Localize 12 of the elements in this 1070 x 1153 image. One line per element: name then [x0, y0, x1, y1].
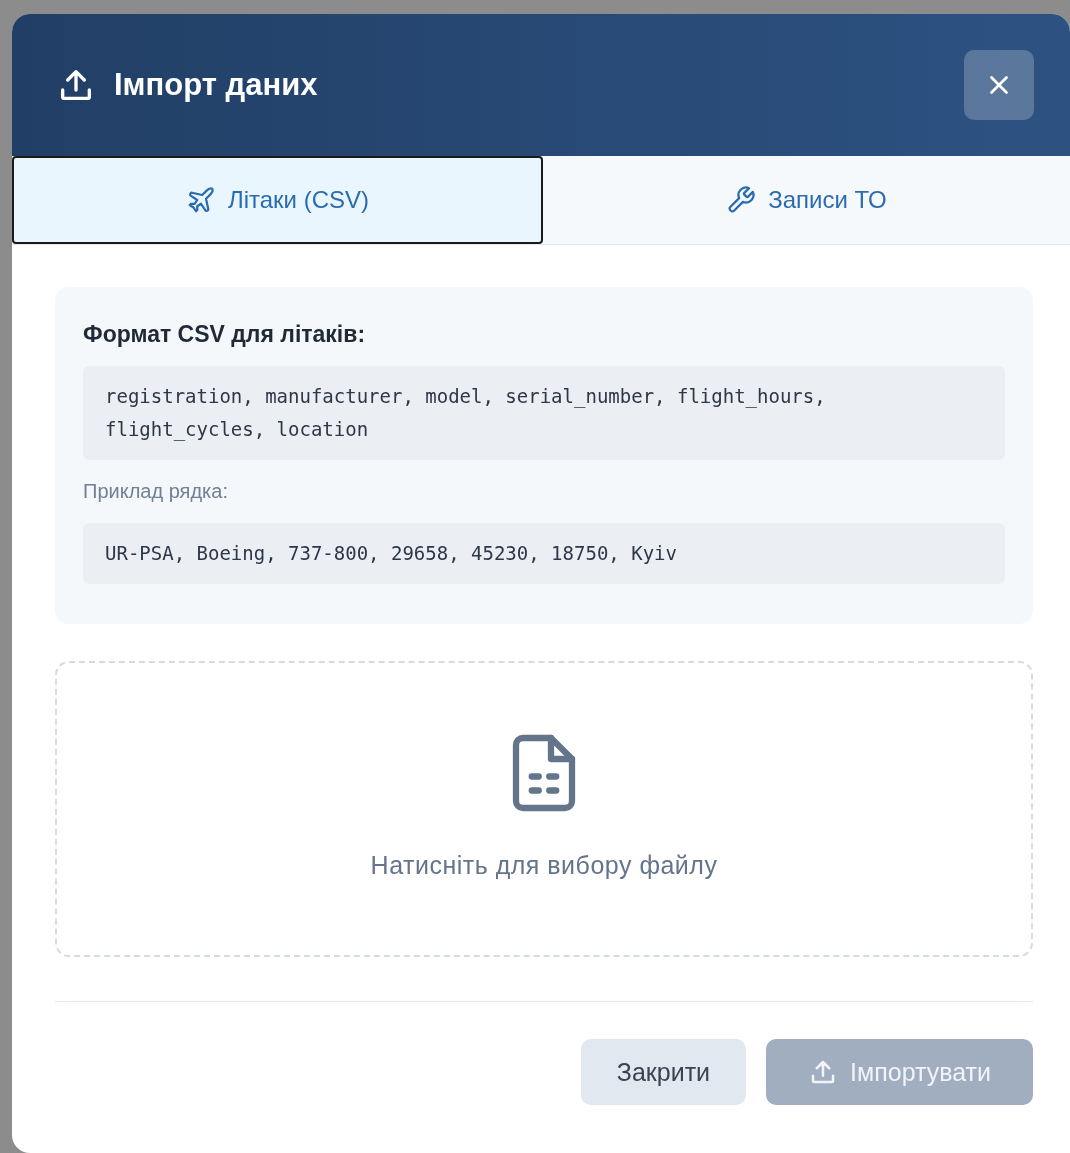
format-heading: Формат CSV для літаків:: [83, 321, 367, 348]
csv-columns: registration, manufacturer, model, serial_number, flight_hours, flight_cycles, location: [83, 366, 1005, 460]
close-dialog-button[interactable]: Закрити: [580, 1039, 747, 1105]
tab[interactable]: Записи ТО: [543, 156, 1070, 244]
file-dropzone[interactable]: Натисніть для вибору файлу: [55, 661, 1033, 957]
dialog-title: Імпорт даних: [114, 67, 319, 103]
wrench-icon: [726, 185, 757, 215]
tab[interactable]: Літаки (CSV): [12, 156, 543, 244]
close-button[interactable]: [964, 50, 1034, 120]
dropzone-text: Натисніть для вибору файлу: [370, 850, 718, 880]
csv-example: UR-PSA, Boeing, 737-800, 29658, 45230, 18750, Kyiv: [83, 523, 1005, 584]
example-label: Приклад рядка:: [83, 480, 229, 503]
